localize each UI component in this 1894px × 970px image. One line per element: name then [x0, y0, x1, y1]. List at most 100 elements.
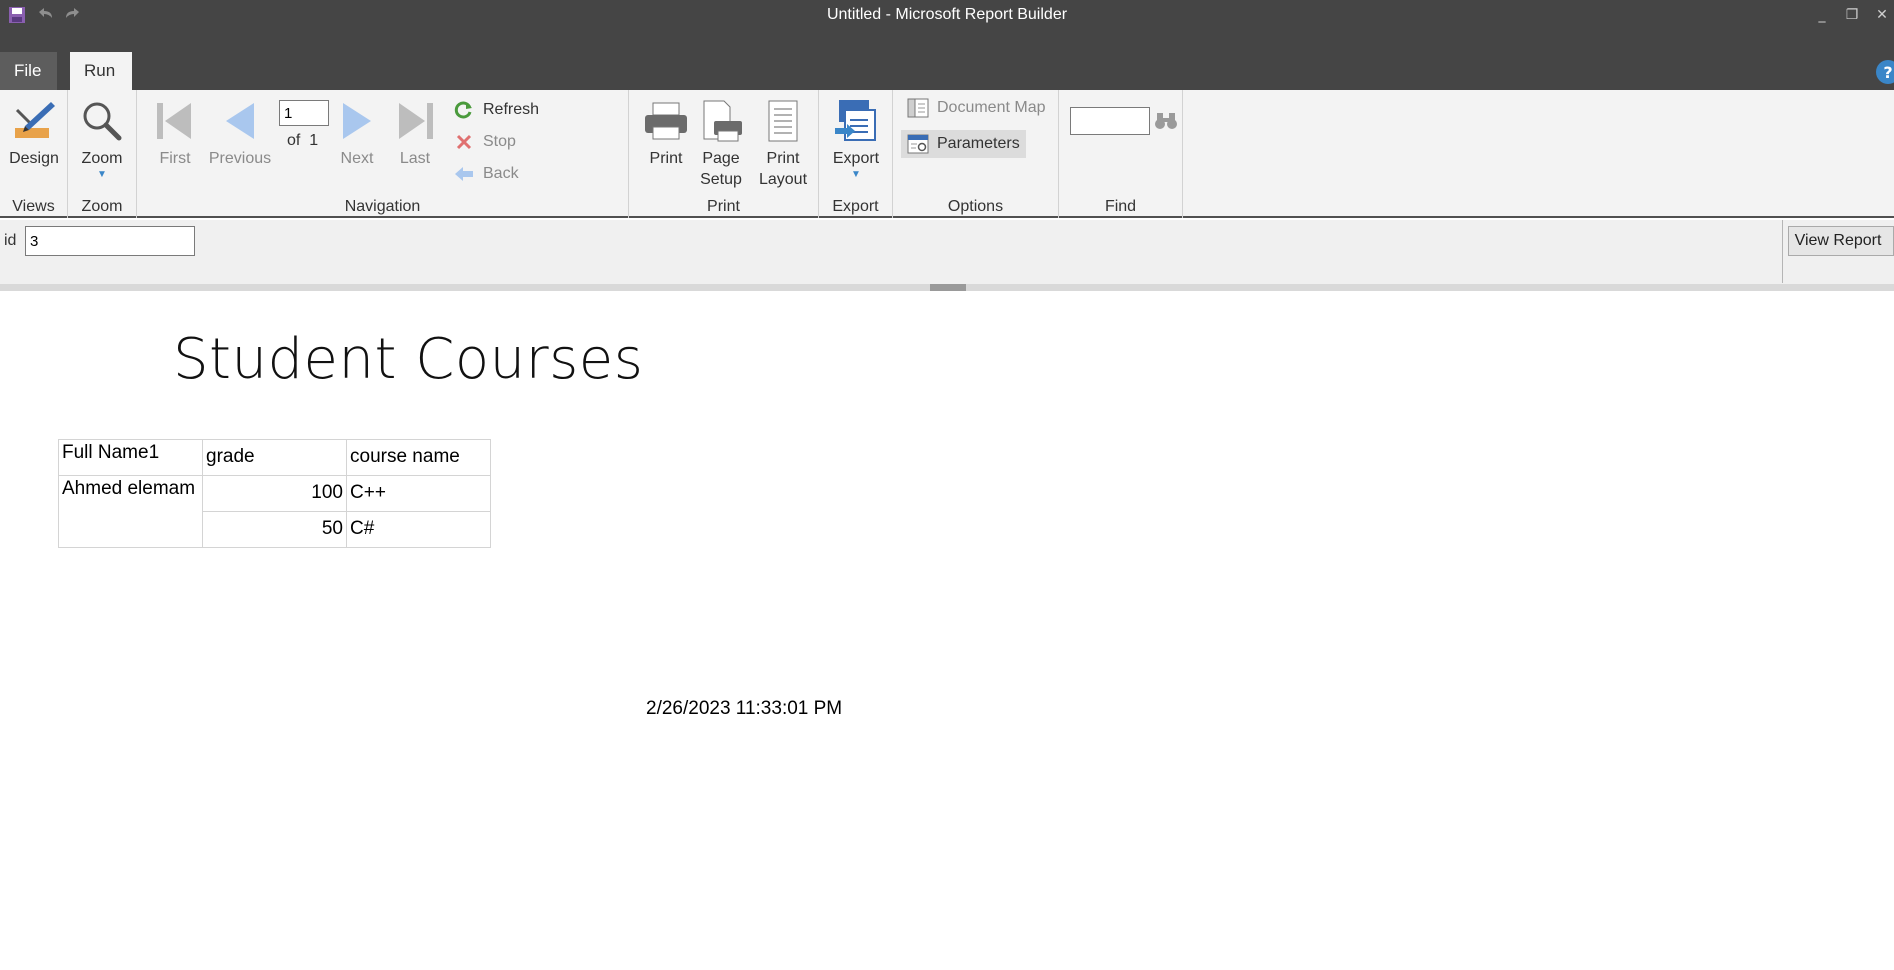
total-pages: 1	[309, 132, 319, 149]
parameters-bar: id View Report	[0, 220, 1894, 284]
header-full-name: Full Name1	[58, 439, 203, 476]
splitter-grip[interactable]	[930, 284, 966, 291]
refresh-label: Refresh	[483, 101, 540, 118]
export-button[interactable]: Export ▼	[827, 96, 885, 181]
parameters-button[interactable]: Parameters	[901, 130, 1026, 158]
options-group-label: Options	[947, 198, 1004, 215]
window-controls: _ ❐ ✕	[1814, 6, 1890, 24]
page-number-input[interactable]	[279, 100, 329, 126]
print-button[interactable]: Print	[641, 96, 691, 169]
document-map-button[interactable]: Document Map	[901, 94, 1052, 122]
help-icon[interactable]: ?	[1876, 60, 1894, 84]
minimize-button[interactable]: _	[1814, 6, 1830, 24]
previous-label: Previous	[208, 150, 272, 167]
design-label: Design	[9, 150, 59, 167]
grade-cell: 50	[202, 511, 347, 548]
parameter-id-input[interactable]	[25, 226, 195, 256]
zoom-label: Zoom	[81, 150, 123, 167]
page-setup-button[interactable]: Page Setup	[695, 96, 747, 190]
print-layout-button[interactable]: Print Layout	[753, 96, 813, 190]
student-name-cell: Ahmed elemam	[58, 475, 203, 548]
export-label: Export	[832, 150, 880, 167]
table-header-row: Full Name1 grade course name	[58, 439, 491, 476]
back-label: Back	[483, 165, 519, 182]
page-of-text: of 1	[287, 132, 318, 150]
design-button[interactable]: Design	[6, 96, 62, 169]
back-arrow-icon	[453, 163, 475, 185]
export-dropdown-icon: ▼	[851, 169, 861, 180]
tab-file[interactable]: File	[0, 52, 57, 90]
page-setup-label-2: Setup	[700, 171, 742, 188]
page-setup-label-1: Page	[702, 150, 740, 167]
views-group-label: Views	[12, 198, 55, 215]
find-group: Find	[1059, 90, 1183, 218]
stop-icon	[453, 131, 475, 153]
stop-label: Stop	[483, 133, 516, 150]
parameters-icon	[907, 133, 929, 155]
parameters-label: Parameters	[937, 135, 1020, 152]
print-group-label: Print	[707, 198, 740, 215]
report-viewer: Student Courses Full Name1 grade course …	[0, 291, 1894, 970]
find-group-label: Find	[1104, 198, 1137, 215]
export-icon	[832, 96, 880, 146]
back-button[interactable]: Back	[447, 160, 525, 188]
print-label: Print	[649, 150, 683, 167]
print-layout-icon	[759, 96, 807, 146]
navigation-group-label: Navigation	[344, 198, 421, 215]
window-title: Untitled - Microsoft Report Builder	[826, 6, 1068, 23]
document-map-label: Document Map	[937, 99, 1046, 116]
last-label: Last	[399, 150, 431, 167]
of-label: of	[287, 132, 301, 149]
parameters-divider	[1782, 220, 1783, 283]
ribbon-tab-bar: File Run	[0, 48, 1894, 90]
first-page-button[interactable]: First	[151, 96, 199, 169]
options-group: Document Map Parameters Options	[893, 90, 1059, 218]
zoom-icon	[78, 96, 126, 146]
title-bar: Untitled - Microsoft Report Builder _ ❐ …	[0, 0, 1894, 48]
view-report-button[interactable]: View Report	[1788, 226, 1894, 256]
design-icon	[10, 96, 58, 146]
next-page-icon	[333, 96, 381, 146]
ribbon: Design Views Zoom ▼ Zoom First Previous	[0, 90, 1894, 218]
stop-button[interactable]: Stop	[447, 128, 522, 156]
report-table: Full Name1 grade course name Ahmed elema…	[58, 439, 491, 548]
zoom-group-label: Zoom	[81, 198, 123, 215]
binoculars-icon[interactable]	[1154, 110, 1178, 136]
course-cell: C#	[346, 511, 491, 548]
zoom-dropdown-icon: ▼	[97, 169, 107, 180]
last-page-button[interactable]: Last	[391, 96, 439, 169]
refresh-button[interactable]: Refresh	[447, 96, 545, 124]
navigation-group: First Previous of 1 Next Last	[137, 90, 629, 218]
close-button[interactable]: ✕	[1874, 6, 1890, 24]
grade-cell: 100	[202, 475, 347, 512]
previous-page-button[interactable]: Previous	[207, 96, 273, 169]
table-row: Ahmed elemam 100 C++	[58, 475, 491, 548]
restore-button[interactable]: ❐	[1844, 6, 1860, 24]
header-grade: grade	[202, 439, 347, 476]
printer-icon	[642, 96, 690, 146]
parameters-splitter[interactable]	[0, 284, 1894, 291]
course-cell: C++	[346, 475, 491, 512]
tab-run[interactable]: Run	[70, 52, 132, 90]
page-setup-icon	[697, 96, 745, 146]
print-layout-label-2: Layout	[758, 171, 808, 188]
print-layout-label-1: Print	[766, 150, 800, 167]
previous-page-icon	[216, 96, 264, 146]
refresh-icon	[453, 99, 475, 121]
first-page-icon	[151, 96, 199, 146]
export-group: Export ▼ Export	[819, 90, 893, 218]
report-timestamp: 2/26/2023 11:33:01 PM	[646, 698, 843, 719]
last-page-icon	[391, 96, 439, 146]
find-input[interactable]	[1070, 107, 1150, 135]
first-label: First	[159, 150, 191, 167]
parameter-label: id	[4, 232, 17, 249]
print-group: Print Page Setup Print Layout Print	[629, 90, 819, 218]
views-group: Design Views	[0, 90, 68, 218]
zoom-button[interactable]: Zoom ▼	[74, 96, 130, 181]
report-title: Student Courses	[173, 327, 644, 392]
next-page-button[interactable]: Next	[333, 96, 381, 169]
export-group-label: Export	[832, 198, 879, 215]
next-label: Next	[340, 150, 374, 167]
zoom-group: Zoom ▼ Zoom	[68, 90, 137, 218]
header-course-name: course name	[346, 439, 491, 476]
